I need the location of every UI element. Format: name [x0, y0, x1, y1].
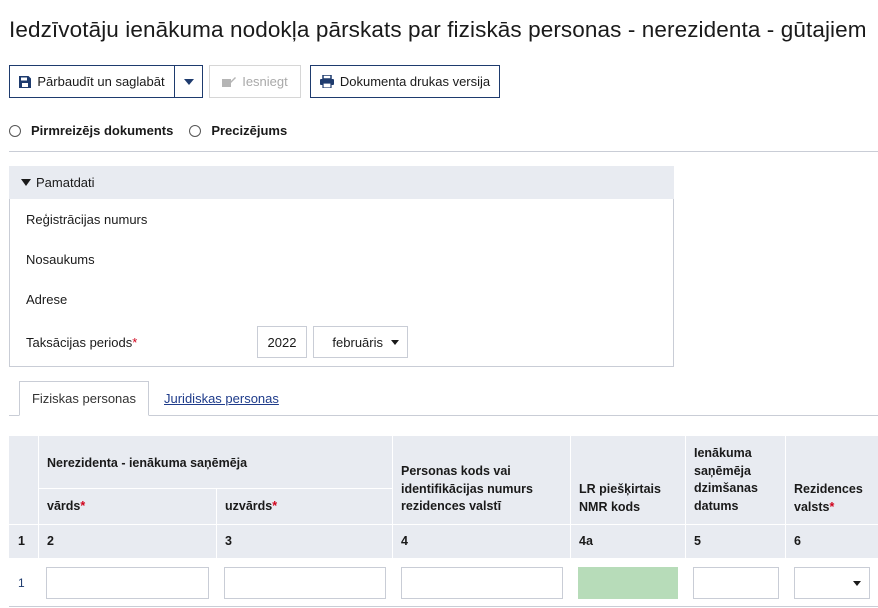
tax-period-label-wrap: Taksācijas periods*	[26, 335, 137, 350]
basic-data-panel-toggle[interactable]: Pamatdati	[9, 166, 674, 199]
save-options-dropdown-button[interactable]	[174, 65, 203, 98]
name-label: Nosaukums	[26, 252, 95, 267]
col-nmr-code: LR piešķirtais NMR kods	[579, 482, 661, 514]
column-divider	[685, 436, 686, 558]
col-first-name-wrap: vārds*	[47, 498, 85, 516]
tax-period-label: Taksācijas periods	[26, 335, 133, 350]
group-divider	[38, 488, 392, 489]
col-number: 6	[794, 534, 801, 548]
col-last-name: uzvārds	[225, 499, 273, 513]
radio-label: Precizējums	[211, 123, 288, 138]
col-number: 5	[694, 534, 701, 548]
required-marker: *	[132, 335, 138, 350]
send-icon	[222, 76, 237, 87]
col-number: 2	[47, 534, 54, 548]
page-title: Iedzīvotāju ienākuma nodokļa pārskats pa…	[9, 17, 867, 42]
chevron-down-icon	[183, 78, 194, 85]
row-divider	[9, 606, 878, 607]
required-marker: *	[829, 499, 835, 514]
print-version-label: Dokumenta drukas versija	[339, 74, 491, 89]
birth-date-input[interactable]	[693, 567, 779, 599]
tax-period-year-input[interactable]: 2022	[257, 326, 307, 358]
printer-icon	[319, 75, 334, 88]
column-divider	[38, 436, 39, 558]
month-value: februāris	[332, 334, 383, 350]
triangle-down-icon	[21, 179, 31, 186]
radio-original-document[interactable]: Pirmreizējs dokuments	[9, 123, 173, 138]
col-number: 4a	[579, 534, 593, 548]
required-marker: *	[272, 499, 278, 513]
last-name-input[interactable]	[224, 567, 386, 599]
submit-button[interactable]: Iesniegt	[209, 65, 301, 98]
basic-data-panel: Reģistrācijas numurs Nosaukums Adrese Ta…	[9, 199, 674, 367]
col-birth-date: Ienākuma saņēmēja dzimšanas datums	[694, 446, 758, 513]
col-residence-country-wrap: Rezidences valsts*	[794, 481, 876, 516]
column-divider	[570, 436, 571, 558]
tax-period-month-select[interactable]: februāris	[313, 326, 408, 358]
column-divider	[785, 436, 786, 558]
group-header-nonresident: Nerezidenta - ienākuma saņēmēja	[47, 456, 248, 470]
registration-number-label: Reģistrācijas numurs	[26, 212, 148, 227]
radio-circle[interactable]	[9, 124, 21, 137]
recipients-table: Nerezidenta - ienākuma saņēmēja vārds* u…	[9, 436, 878, 608]
tab-natural-persons[interactable]: Fiziskas personas	[19, 381, 149, 416]
print-version-button[interactable]: Dokumenta drukas versija	[310, 65, 500, 98]
panel-title: Pamatdati	[36, 175, 95, 190]
caret-down-icon	[853, 581, 861, 586]
radio-correction[interactable]: Precizējums	[189, 123, 287, 138]
col-last-name-wrap: uzvārds*	[225, 498, 277, 516]
submit-button-label: Iesniegt	[242, 74, 288, 89]
row-number: 1	[18, 576, 25, 590]
col-number: 1	[18, 534, 25, 548]
radio-label: Pirmreizējs dokuments	[31, 123, 174, 138]
address-label: Adrese	[26, 292, 68, 307]
document-type-radio-group: Pirmreizējs dokuments Precizējums	[9, 123, 303, 138]
first-name-input[interactable]	[46, 567, 209, 599]
column-divider	[392, 436, 393, 558]
header-row-divider	[9, 524, 878, 525]
col-first-name: vārds	[47, 499, 81, 513]
col-number: 4	[401, 534, 408, 548]
residence-country-select[interactable]	[794, 567, 870, 599]
caret-down-icon	[391, 339, 399, 345]
save-button[interactable]: Pārbaudīt un saglabāt	[9, 65, 175, 98]
col-number: 3	[225, 534, 232, 548]
col-person-code: Personas kods vai identifikācijas numurs…	[401, 464, 533, 513]
person-code-input[interactable]	[401, 567, 563, 599]
nmr-code-input[interactable]	[578, 567, 678, 599]
divider	[9, 151, 878, 152]
save-icon	[19, 75, 32, 88]
save-button-label: Pārbaudīt un saglabāt	[37, 74, 165, 89]
column-divider	[216, 488, 217, 558]
required-marker: *	[80, 499, 86, 513]
tab-legal-persons[interactable]: Juridiskas personas	[164, 381, 279, 416]
radio-circle[interactable]	[189, 124, 202, 137]
